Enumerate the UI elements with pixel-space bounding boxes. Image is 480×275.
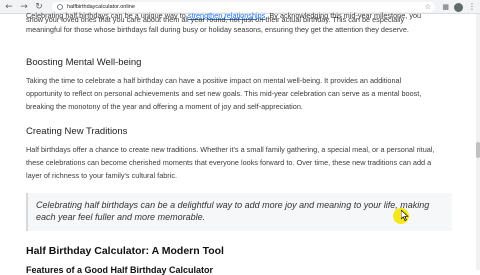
blockquote: Celebrating half birthdays can be a deli… [26, 193, 452, 231]
section-heading-features-partial: Features of a Good Half Birthday Calcula… [26, 265, 214, 275]
url-text[interactable]: halfbirthdaycalculator.online [67, 4, 135, 10]
section1-line-2: opportunity to reflect on personal achie… [26, 89, 422, 98]
section2-line-1: Half birthdays offer a chance to create … [26, 145, 435, 154]
menu-kebab-icon[interactable]: ⋮ [468, 2, 476, 12]
back-icon[interactable]: ← [3, 1, 15, 13]
section2-line-2: these celebrations can become cherished … [26, 158, 432, 167]
section-heading-new-traditions: Creating New Traditions [26, 126, 128, 137]
section-heading-mental-wellbeing: Boosting Mental Well-being [26, 57, 142, 68]
quote-line-2: each year feel fuller and more memorable… [36, 212, 206, 222]
site-info-icon[interactable] [56, 4, 64, 10]
section2-line-3: layer of richness to your family's cultu… [26, 171, 178, 180]
intro-line-2: show your loved ones that you care about… [26, 15, 405, 24]
mouse-pointer-icon [401, 210, 409, 221]
intro-line-3: meaningful for those whose birthdays fal… [26, 25, 409, 34]
section1-line-1: Taking the time to celebrate a half birt… [26, 76, 402, 85]
section1-line-3: breaking the monotony of the year and of… [26, 102, 303, 111]
quote-line-1: Celebrating half birthdays can be a deli… [36, 200, 430, 210]
section-heading-calculator: Half Birthday Calculator: A Modern Tool [26, 245, 224, 257]
scrollbar-thumb[interactable] [476, 142, 480, 158]
